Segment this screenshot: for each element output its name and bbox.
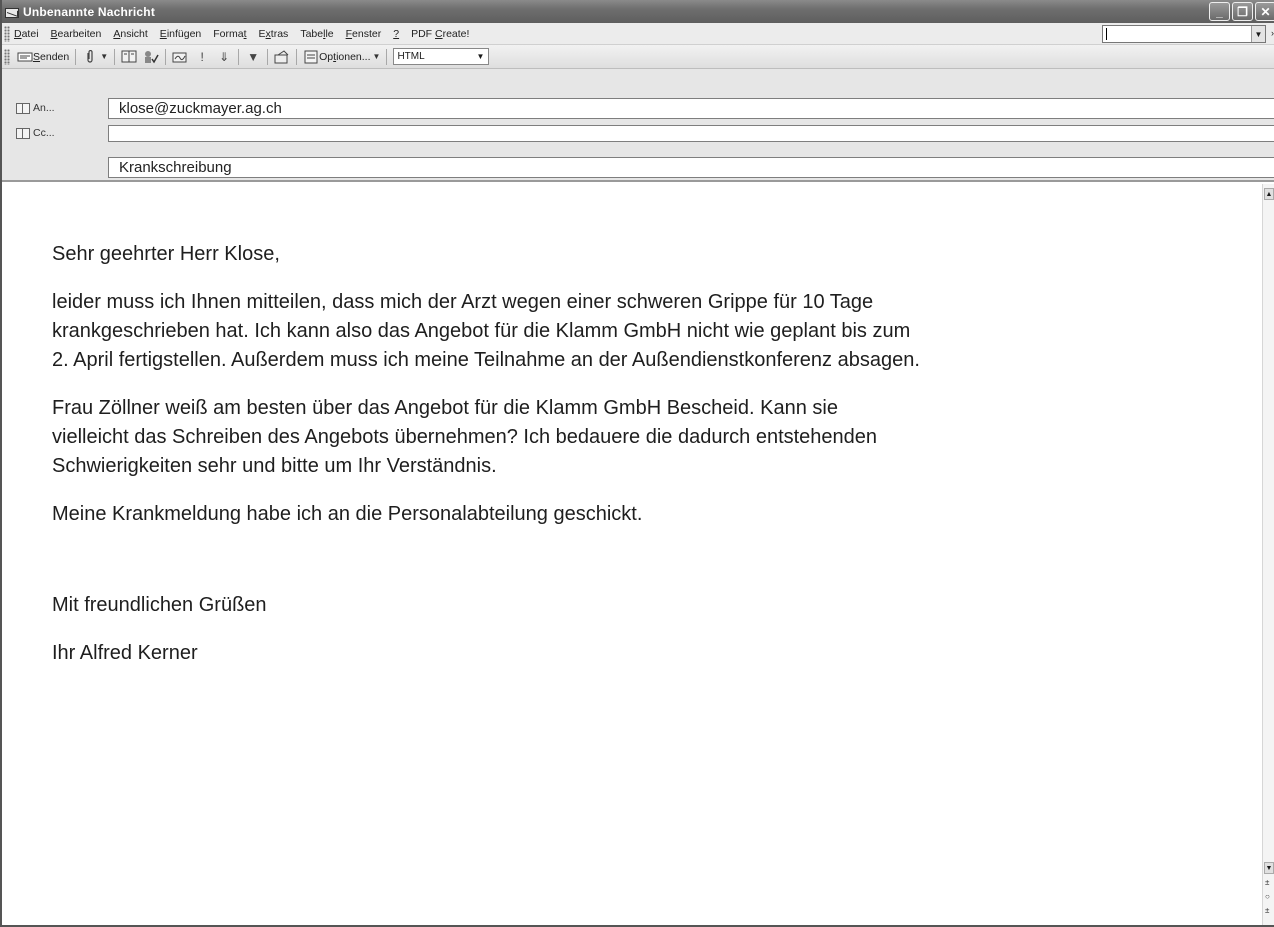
next-page-icon[interactable]: ± [1265,906,1269,915]
browse-object-icon[interactable]: ○ [1265,892,1270,901]
menu-fenster[interactable]: Fenster [346,28,382,40]
high-importance-button[interactable]: ! [191,47,213,67]
address-book-icon [16,102,30,114]
to-row: An... klose@zuckmayer.ag.ch [2,97,1274,119]
follow-up-button[interactable]: ▼ [242,47,264,67]
body-line: Schwierigkeiten sehr und bitte um Ihr Ve… [52,455,497,477]
toolbar-separator [386,48,388,65]
body-line: vielleicht das Schreiben des Angebots üb… [52,426,878,448]
menu-ansicht[interactable]: Ansicht [113,28,147,40]
cc-label: Cc... [33,127,55,139]
to-label: An... [33,102,55,114]
menu-tabelle[interactable]: Tabelle [300,28,333,40]
check-names-button[interactable] [140,47,162,67]
standard-toolbar: Senden ▼ ! ⇓ ▼ Optionen... ▼ HTML ▼ [2,45,1274,69]
menu-extras[interactable]: Extras [259,28,289,40]
chevron-down-icon[interactable]: ▼ [477,52,485,61]
permission-button[interactable] [271,47,293,67]
toolbar-grip[interactable] [4,48,10,65]
cc-button[interactable]: Cc... [16,127,55,139]
toolbar-separator [296,48,298,65]
permission-icon [274,49,290,65]
subject-field[interactable]: Krankschreibung [108,156,1274,178]
attach-button[interactable]: ▼ [79,47,111,67]
subject-row: Krankschreibung [2,156,1274,178]
close-button[interactable]: ✕ [1255,2,1274,21]
menu-help[interactable]: ? [393,28,399,40]
options-icon [303,49,319,65]
greeting: Sehr geehrter Herr Klose, [52,243,280,265]
message-body[interactable]: Sehr geehrter Herr Klose, leider muss ic… [2,184,1264,925]
toolbar-grip[interactable] [4,25,10,42]
to-field[interactable]: klose@zuckmayer.ag.ch [108,97,1274,119]
restore-button[interactable]: ❐ [1232,2,1253,21]
body-line: krankgeschrieben hat. Ich kann also das … [52,320,911,342]
address-book-icon [121,49,137,65]
minimize-button[interactable]: _ [1209,2,1230,21]
title-bar: Unbenannte Nachricht _ ❐ ✕ [2,0,1274,23]
signature-button[interactable] [169,47,191,67]
message-header: An... klose@zuckmayer.ag.ch Cc... Kranks… [2,69,1274,182]
body-line: leider muss ich Ihnen mitteilen, dass mi… [52,291,874,313]
toolbar-separator [114,48,116,65]
message-format-value: HTML [397,51,425,62]
options-button[interactable]: Optionen... ▼ [300,47,383,67]
message-icon [5,5,19,19]
scroll-up-icon[interactable]: ▲ [1264,188,1274,200]
menu-einfuegen[interactable]: Einfügen [160,28,201,40]
compose-window: Unbenannte Nachricht _ ❐ ✕ Datei Bearbei… [0,0,1274,927]
window-controls: _ ❐ ✕ [1209,2,1274,21]
closing: Mit freundlichen Grüßen [52,594,267,616]
scroll-down-icon[interactable]: ▼ [1264,862,1274,874]
low-importance-icon: ⇓ [219,49,230,64]
check-names-icon [143,49,159,65]
signature: Ihr Alfred Kerner [52,642,198,664]
chevron-down-icon[interactable]: ▼ [100,52,108,61]
menu-bar: Datei Bearbeiten Ansicht Einfügen Format… [2,23,1274,45]
cc-field[interactable] [108,124,1274,142]
body-line: Frau Zöllner weiß am besten über das Ang… [52,397,838,419]
send-icon [17,49,33,65]
high-importance-icon: ! [200,49,204,64]
menu-pdf-create[interactable]: PDF Create! [411,28,469,40]
send-button[interactable]: Senden [14,47,72,67]
message-format-select[interactable]: HTML ▼ [393,48,490,65]
text-caret [1106,28,1107,40]
window-title: Unbenannte Nachricht [23,4,156,19]
chevron-down-icon[interactable]: ▼ [1251,26,1265,42]
body-line: Meine Krankmeldung habe ich an die Perso… [52,503,643,525]
address-book-button[interactable] [118,47,140,67]
toolbar-separator [267,48,269,65]
chevron-down-icon[interactable]: ▼ [373,52,381,61]
vertical-scrollbar[interactable]: ▲ ▼ ± ○ ± [1262,184,1274,925]
address-book-icon [16,127,30,139]
paperclip-icon [82,49,98,65]
flag-icon: ▼ [247,49,260,64]
signature-icon [172,49,188,65]
menu-datei[interactable]: Datei [14,28,39,40]
low-importance-button[interactable]: ⇓ [213,47,235,67]
body-line: 2. April fertigstellen. Außerdem muss ic… [52,349,920,371]
toolbar-separator [165,48,167,65]
cc-row: Cc... [2,122,1274,144]
to-button[interactable]: An... [16,102,55,114]
previous-page-icon[interactable]: ± [1265,878,1269,887]
toolbar-separator [75,48,77,65]
question-box[interactable]: ▼ [1102,25,1266,43]
toolbar-separator [238,48,240,65]
menu-format[interactable]: Format [213,28,246,40]
menu-bearbeiten[interactable]: Bearbeiten [51,28,102,40]
